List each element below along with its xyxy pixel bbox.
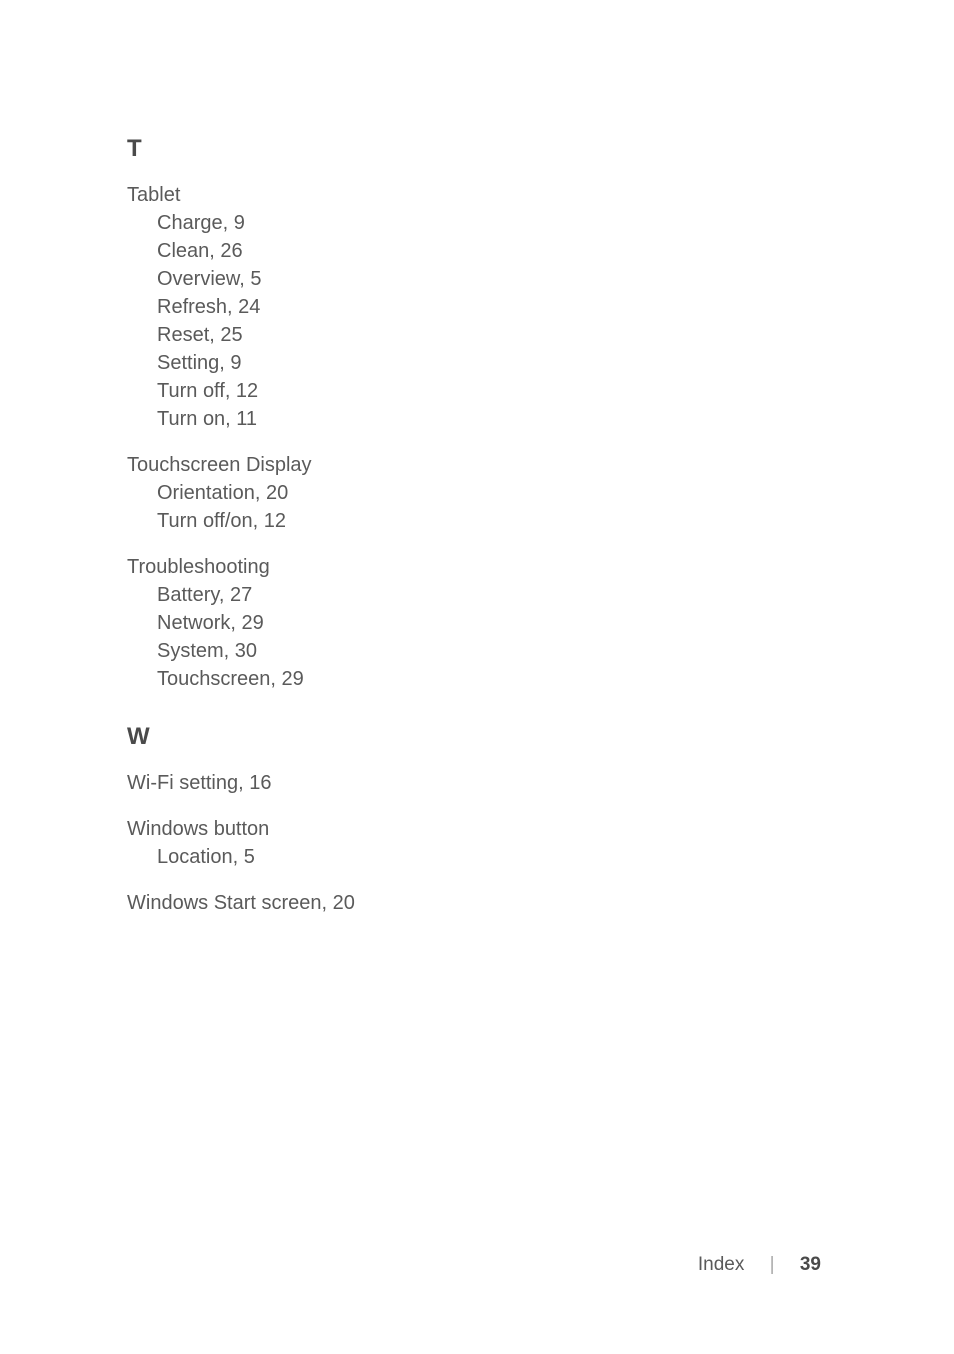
entry-windows-start: Windows Start screen, 20	[127, 889, 954, 917]
page-number: 39	[800, 1254, 821, 1275]
section-letter-W: W	[127, 723, 954, 751]
sub-turnoff: Turn off, 12	[127, 377, 954, 405]
sub-turnoffon: Turn off/on, 12	[127, 507, 954, 535]
sub-location: Location, 5	[127, 843, 954, 871]
sub-turnon: Turn on, 11	[127, 405, 954, 433]
footer-label: Index	[698, 1254, 744, 1275]
index-content: T Tablet Charge, 9 Clean, 26 Overview, 5…	[0, 0, 954, 917]
sub-touchscreen: Touchscreen, 29	[127, 665, 954, 693]
sub-battery: Battery, 27	[127, 581, 954, 609]
entry-wifi: Wi-Fi setting, 16	[127, 769, 954, 797]
term-touchscreen-display: Touchscreen Display	[127, 451, 954, 479]
sub-refresh: Refresh, 24	[127, 293, 954, 321]
sub-system: System, 30	[127, 637, 954, 665]
entry-tablet: Tablet Charge, 9 Clean, 26 Overview, 5 R…	[127, 181, 954, 433]
footer-divider: |	[770, 1254, 775, 1275]
sub-setting: Setting, 9	[127, 349, 954, 377]
entry-troubleshooting: Troubleshooting Battery, 27 Network, 29 …	[127, 553, 954, 693]
term-troubleshooting: Troubleshooting	[127, 553, 954, 581]
entry-windows-button: Windows button Location, 5	[127, 815, 954, 871]
entry-touchscreen-display: Touchscreen Display Orientation, 20 Turn…	[127, 451, 954, 535]
term-windows-button: Windows button	[127, 815, 954, 843]
term-wifi: Wi-Fi setting, 16	[127, 769, 954, 797]
sub-overview: Overview, 5	[127, 265, 954, 293]
sub-network: Network, 29	[127, 609, 954, 637]
term-tablet: Tablet	[127, 181, 954, 209]
sub-clean: Clean, 26	[127, 237, 954, 265]
sub-charge: Charge, 9	[127, 209, 954, 237]
term-windows-start: Windows Start screen, 20	[127, 889, 954, 917]
section-letter-T: T	[127, 135, 954, 163]
sub-orientation: Orientation, 20	[127, 479, 954, 507]
page-footer: Index | 39	[698, 1254, 821, 1276]
sub-reset: Reset, 25	[127, 321, 954, 349]
